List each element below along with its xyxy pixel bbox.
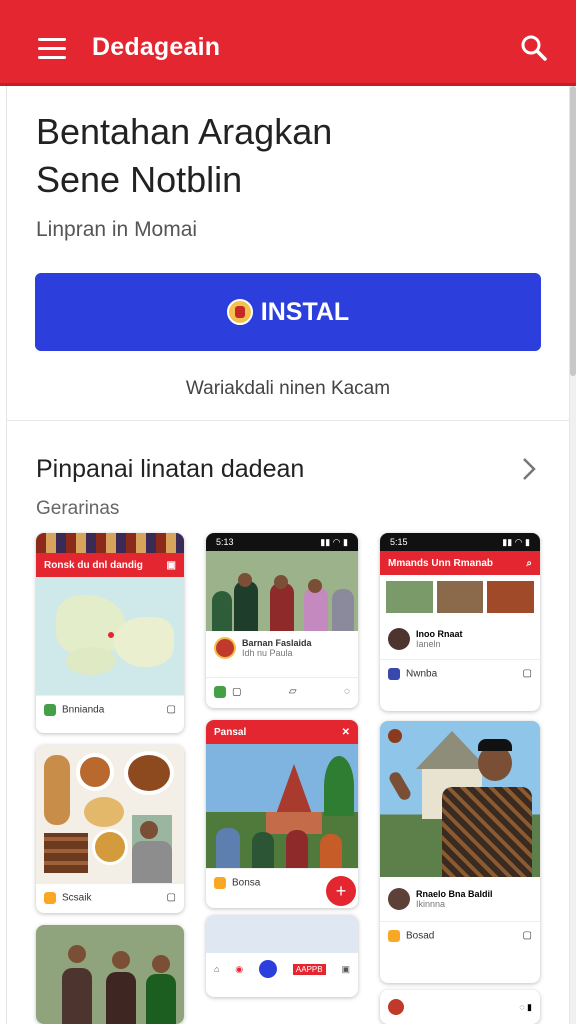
install-button[interactable]: INSTAL	[35, 273, 541, 351]
post-card: Inoo Rnaat Ianeln	[380, 619, 540, 659]
screen-footer: Bnnianda ▢	[36, 695, 184, 723]
screen-footer: Nwnba ▢	[380, 659, 540, 687]
temple-photo	[206, 744, 358, 868]
screenshot-7[interactable]: ⌂ ◉ AAPPB ▣	[206, 915, 358, 997]
profile-icon: ◉	[235, 963, 244, 974]
portrait-photo	[380, 721, 540, 877]
app-bar: Dedageain	[0, 0, 576, 86]
screenshot-5[interactable]: Pansal✕ Bonsa◎ +	[206, 720, 358, 908]
section-subtitle: Gerarinas	[36, 498, 120, 519]
app-headline: Bentahan Aragkan Sene Notblin	[36, 111, 333, 200]
screen-toolbar: Pansal ✕	[206, 720, 358, 744]
status-bar: 5:15 ▮▮ ◠ ▮	[380, 533, 540, 551]
people-image	[36, 925, 184, 1024]
screenshot-2[interactable]: 5:13 ▮▮ ◠ ▮ Barnan Faslaida Idh nu Paula ▢…	[206, 533, 358, 708]
bottom-nav: ⌂ ◉ AAPPB ▣	[206, 953, 358, 985]
search-icon[interactable]	[520, 34, 548, 62]
app-badge-icon	[226, 299, 253, 325]
map-image	[36, 577, 184, 695]
screen-footer: ▢ ▱ ◌	[206, 677, 358, 705]
divider	[6, 420, 570, 421]
menu-icon[interactable]	[38, 38, 66, 59]
batik-banner	[36, 533, 184, 553]
bag-icon: ▣	[341, 963, 350, 974]
scrollbar[interactable]	[570, 86, 576, 1024]
screen-footer: Bosad ▢	[380, 921, 540, 949]
home-icon: ⌂	[213, 964, 220, 974]
group-photo	[206, 551, 358, 631]
screen-toolbar: Mmands Unn Rmanab ⌕	[380, 551, 540, 575]
screenshot-6[interactable]: Rnaelo Bna Baldil Ikinnna Bosad ▢	[380, 721, 540, 983]
section-title[interactable]: Pinpanai linatan dadean	[36, 455, 304, 484]
chevron-right-icon[interactable]	[520, 456, 538, 482]
fab-add-button[interactable]: +	[326, 876, 356, 906]
screen-toolbar: Ronsk du dnl dandig ▣	[36, 553, 184, 577]
install-note: Wariakdali ninen Kacam	[185, 378, 391, 399]
app-developer[interactable]: Linpran in Momai	[36, 218, 197, 242]
app-title: Dedageain	[92, 33, 221, 61]
status-bar: 5:13 ▮▮ ◠ ▮	[206, 533, 358, 551]
post-card: Barnan Faslaida Idh nu Paula	[206, 631, 358, 677]
screenshot-1[interactable]: Ronsk du dnl dandig ▣ Bnnianda ▢	[36, 533, 184, 733]
screenshot-9[interactable]: ◌ ▮	[380, 990, 540, 1024]
screenshot-4[interactable]: Scsaik ▢	[36, 745, 184, 913]
photo-strip	[380, 575, 540, 619]
screenshot-3[interactable]: 5:15 ▮▮ ◠ ▮ Mmands Unn Rmanab ⌕ Inoo Rnaat…	[380, 533, 540, 711]
install-label: INSTAL	[260, 297, 350, 326]
screenshot-8[interactable]	[36, 925, 184, 1024]
center-nav-icon	[259, 960, 278, 978]
food-image	[36, 745, 184, 883]
screen-footer: Scsaik ▢	[36, 883, 184, 911]
post-card: Rnaelo Bna Baldil Ikinnna	[380, 877, 540, 921]
